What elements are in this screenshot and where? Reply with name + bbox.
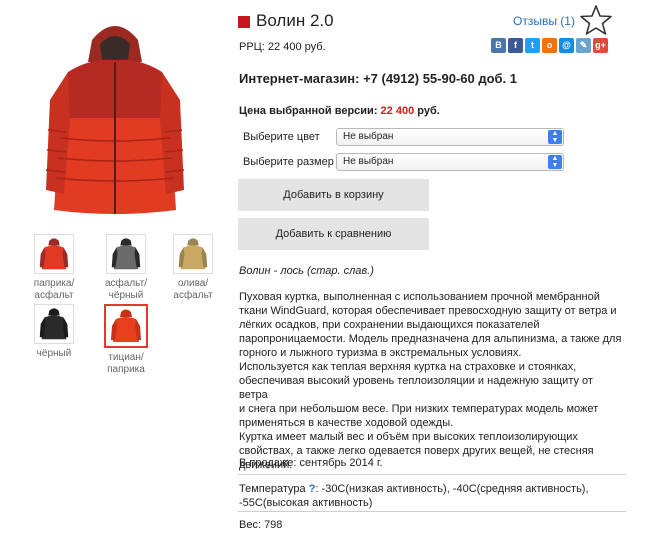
- thumb-label: тициан/: [108, 352, 144, 363]
- price-suffix: руб.: [414, 105, 440, 117]
- color-select[interactable]: Не выбран ▲ ▼: [336, 128, 564, 146]
- product-weight: Вес: 798: [239, 519, 283, 531]
- thumb-label: олива/ асфальт: [173, 278, 213, 301]
- jacket-thumb-image: [34, 234, 74, 274]
- googleplus-share-icon[interactable]: g+: [593, 38, 608, 53]
- select-arrow-icon: ▲ ▼: [548, 155, 562, 169]
- thumb-label: асфальт/: [105, 278, 147, 289]
- price-label: Цена выбранной версии:: [239, 105, 381, 117]
- description-line: ткани WindGuard, которая обеспечивает пр…: [239, 305, 617, 317]
- description-line: и снега при небольшом весе. При низких т…: [239, 403, 599, 415]
- title-marker-icon: [238, 16, 250, 28]
- price-value: 22 400: [380, 105, 415, 117]
- description-line: Используется как теплая верхняя куртка н…: [239, 361, 577, 373]
- selected-price: Цена выбранной версии: 22 400 руб.: [239, 105, 440, 117]
- thumb-label-2: паприка: [107, 364, 145, 375]
- shop-phone: Интернет-магазин: +7 (4912) 55-90-60 доб…: [239, 71, 518, 86]
- color-thumb[interactable]: паприка/асфальт: [19, 234, 89, 302]
- product-title: Волин 2.0: [256, 11, 334, 30]
- size-select[interactable]: Не выбран ▲ ▼: [336, 153, 564, 171]
- odnoklassniki-share-icon[interactable]: o: [542, 38, 557, 53]
- jacket-thumb-image: [106, 234, 146, 274]
- vk-share-icon[interactable]: B: [491, 38, 506, 53]
- product-description: Пуховая куртка, выполненная с использова…: [239, 290, 624, 472]
- thumb-label: паприка/: [33, 278, 75, 289]
- color-select-value: Не выбран: [343, 131, 394, 142]
- description-line: Пуховая куртка, выполненная с использова…: [239, 291, 600, 303]
- description-line: обеспечивая высокий уровень теплоизоляци…: [239, 375, 593, 401]
- description-line: свойствах, а также легко одевается повер…: [239, 445, 594, 457]
- jacket-thumb-image: [104, 304, 148, 348]
- description-line: Куртка имеет малый вес и объём при высок…: [239, 431, 578, 443]
- social-share-bar: Bf t o @ ✎ g+: [491, 38, 608, 53]
- color-thumb[interactable]: олива/ асфальт: [158, 234, 228, 302]
- color-label: Выберите цвет: [243, 131, 320, 143]
- twitter-share-icon[interactable]: t: [525, 38, 540, 53]
- size-label: Выберите размер: [243, 156, 334, 168]
- temperature-text-2: -55С(высокая активность): [239, 497, 373, 509]
- favorite-star-icon[interactable]: [580, 4, 612, 36]
- thumb-label-2: асфальт: [34, 290, 74, 301]
- jacket-thumb-image: [34, 304, 74, 344]
- temperature-text-1: : -30С(низкая активность), -40С(средняя …: [315, 483, 589, 495]
- temperature-label: Температура: [239, 483, 309, 495]
- jacket-thumb-image: [173, 234, 213, 274]
- add-to-cart-button[interactable]: Добавить в корзину: [238, 179, 429, 211]
- rrc-price: РРЦ: 22 400 руб.: [239, 41, 326, 53]
- mailru-share-icon[interactable]: @: [559, 38, 574, 53]
- divider: [238, 474, 626, 475]
- description-line: паропроницаемости. Модель предназначена …: [239, 333, 622, 345]
- temperature-info: Температура ?: -30С(низкая активность), …: [239, 482, 619, 510]
- description-line: лёгких осадков, при сохранении выдающихс…: [239, 319, 540, 331]
- reviews-link[interactable]: Отзывы (1): [513, 14, 575, 28]
- description-line: горного и лыжного туризма в экстремальны…: [239, 347, 522, 359]
- livejournal-share-icon[interactable]: ✎: [576, 38, 591, 53]
- facebook-share-icon[interactable]: f: [508, 38, 523, 53]
- select-arrow-icon: ▲ ▼: [548, 130, 562, 144]
- divider: [238, 511, 626, 512]
- size-select-value: Не выбран: [343, 156, 394, 167]
- thumb-label-2: чёрный: [108, 290, 144, 301]
- product-tagline: Волин - лось (стар. слав.): [239, 265, 374, 277]
- description-line: применяться в качестве ходовой одежды.: [239, 417, 454, 429]
- add-to-compare-button[interactable]: Добавить к сравнению: [238, 218, 429, 250]
- color-thumb[interactable]: тициан/паприка: [91, 304, 161, 376]
- product-photo[interactable]: [20, 10, 210, 220]
- color-thumb[interactable]: асфальт/чёрный: [91, 234, 161, 302]
- color-thumb[interactable]: чёрный: [19, 304, 89, 360]
- sale-date: В продаже: сентябрь 2014 г.: [239, 457, 383, 469]
- thumb-label: чёрный: [36, 348, 72, 359]
